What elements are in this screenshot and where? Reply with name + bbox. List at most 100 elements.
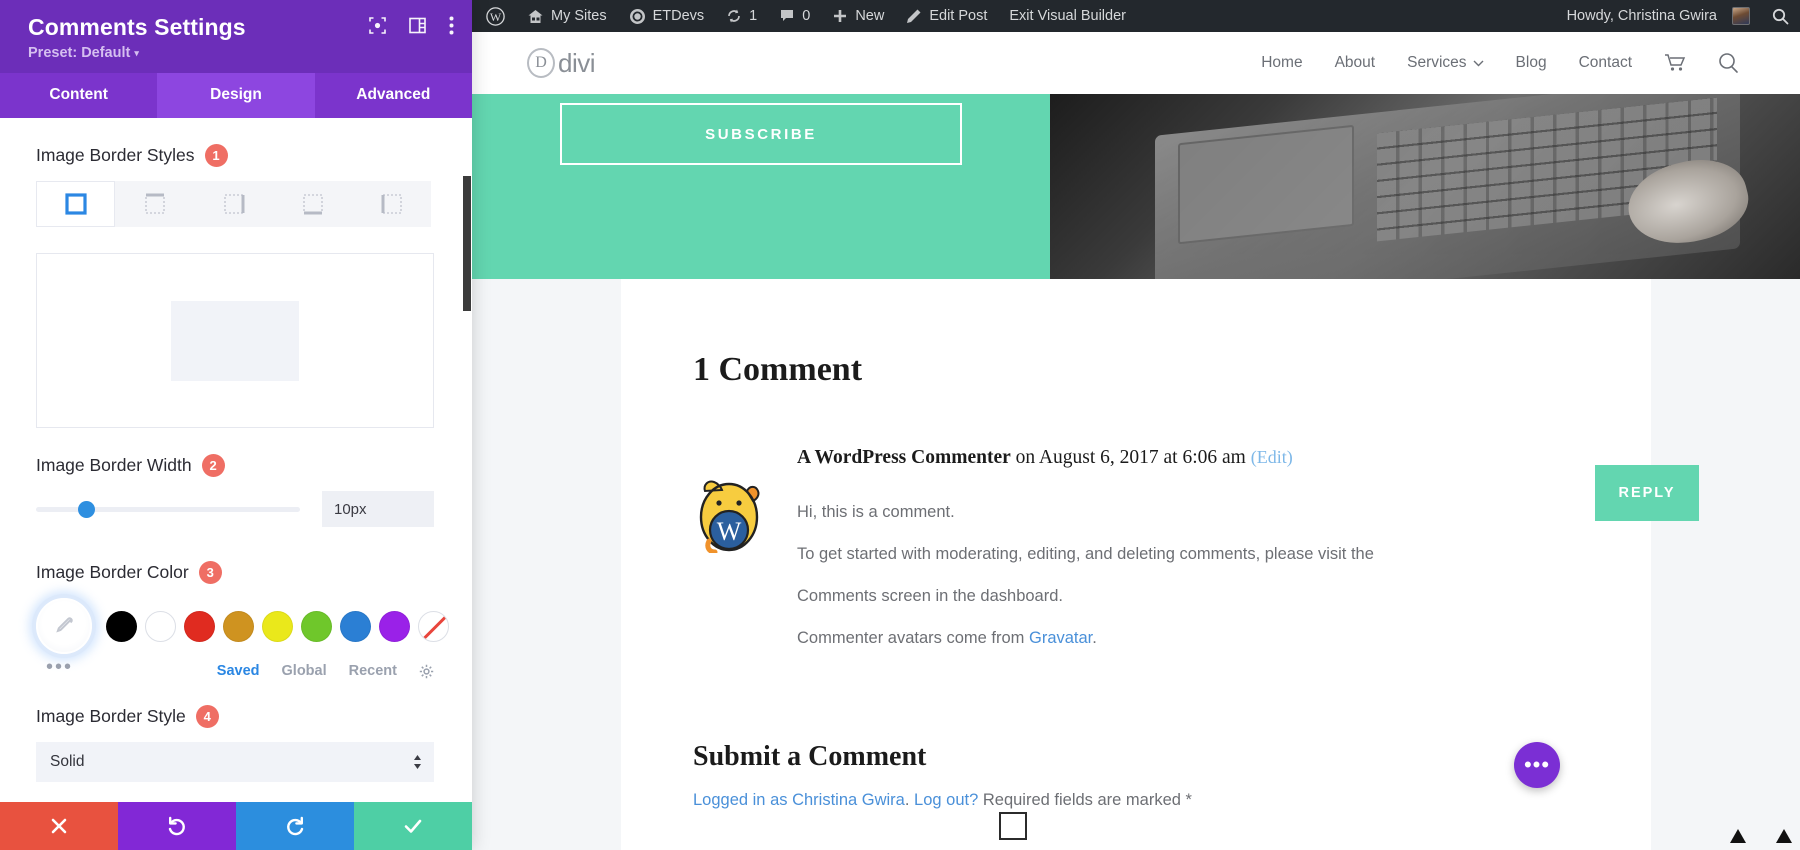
tab-content[interactable]: Content <box>0 73 157 118</box>
swatch-red[interactable] <box>184 610 215 642</box>
swatch-purple[interactable] <box>379 610 410 642</box>
border-top-button[interactable] <box>115 181 194 227</box>
field-label-text: Image Border Color <box>36 562 189 582</box>
wordpress-logo-glyph: W <box>486 6 505 26</box>
field-label-text: Image Border Styles <box>36 145 195 165</box>
swatch-blue[interactable] <box>340 610 371 642</box>
cancel-button[interactable] <box>0 802 118 850</box>
section-select-handle[interactable] <box>999 812 1027 840</box>
swatch-yellow[interactable] <box>262 610 293 642</box>
border-left-button[interactable] <box>352 181 431 227</box>
comments-settings-panel: Comments Settings Preset: Default ▾ Cont… <box>0 0 472 850</box>
logged-in-user-link[interactable]: Logged in as Christina Gwira <box>693 791 905 809</box>
redo-button[interactable] <box>236 802 354 850</box>
new-content-menu[interactable]: New <box>821 0 895 32</box>
gear-icon[interactable] <box>419 664 434 679</box>
border-bottom-button[interactable] <box>273 181 352 227</box>
my-sites-menu[interactable]: My Sites <box>516 0 618 32</box>
swatch-orange[interactable] <box>223 610 254 642</box>
divi-logo-icon: D <box>527 48 555 78</box>
settings-footer <box>0 802 472 850</box>
kebab-menu-icon[interactable] <box>449 16 454 35</box>
palette-tab-saved[interactable]: Saved <box>217 663 260 679</box>
site-header: D divi Home About Services Blog Contact <box>472 32 1800 94</box>
comment-author: A WordPress Commenter <box>797 447 1011 468</box>
admin-bar-right: Howdy, Christina Gwira <box>1553 0 1800 32</box>
search-icon[interactable] <box>1718 52 1740 74</box>
arrow-up-icon-2[interactable] <box>1776 829 1792 848</box>
wp-admin-bar: W My Sites ETDevs 1 0 New Edit Post Exit… <box>472 0 1800 32</box>
field-label-text: Image Border Width <box>36 455 192 475</box>
arrow-up-icon[interactable] <box>1730 829 1746 848</box>
site-icon <box>629 8 646 25</box>
border-all-button[interactable] <box>36 181 115 227</box>
layout-icon[interactable] <box>409 17 426 34</box>
site-logo[interactable]: D divi <box>527 48 596 79</box>
image-border-width-label: Image Border Width 2 <box>36 454 434 477</box>
admin-search-button[interactable] <box>1761 0 1800 32</box>
reply-button[interactable]: REPLY <box>1595 465 1699 521</box>
gravatar-lead: Commenter avatars come from <box>797 629 1029 647</box>
note-separator: . <box>904 791 915 809</box>
save-button[interactable] <box>354 802 472 850</box>
edit-post-link[interactable]: Edit Post <box>895 0 998 32</box>
palette-tab-global[interactable]: Global <box>282 663 327 679</box>
nav-item-services[interactable]: Services <box>1407 54 1484 72</box>
comments-menu[interactable]: 0 <box>768 0 821 32</box>
swatch-black[interactable] <box>106 610 137 642</box>
tab-design[interactable]: Design <box>157 73 315 118</box>
subscribe-button[interactable]: SUBSCRIBE <box>560 103 962 165</box>
gravatar-end: . <box>1092 629 1097 647</box>
nav-item-blog[interactable]: Blog <box>1516 54 1547 72</box>
border-width-input[interactable] <box>322 491 434 527</box>
slider-track <box>36 507 300 512</box>
border-preview <box>36 253 434 428</box>
border-style-select[interactable]: Solid <box>36 742 434 782</box>
plus-icon <box>832 8 848 24</box>
avatar <box>1732 7 1750 25</box>
updates-icon <box>726 8 742 24</box>
comment-body: A WordPress Commenter on August 6, 2017 … <box>797 447 1477 659</box>
gravatar-link[interactable]: Gravatar <box>1029 629 1092 647</box>
preset-label: Preset: Default <box>28 45 131 61</box>
border-right-button[interactable] <box>194 181 273 227</box>
color-picker-icon[interactable] <box>36 598 92 654</box>
comment-line-4: Commenter avatars come from Gravatar. <box>797 617 1477 659</box>
logout-link[interactable]: Log out? <box>914 791 978 809</box>
updates-menu[interactable]: 1 <box>715 0 768 32</box>
nav-item-contact[interactable]: Contact <box>1579 54 1632 72</box>
settings-scrollbar[interactable] <box>463 118 472 802</box>
focus-icon[interactable] <box>369 17 386 34</box>
field-label-text: Image Border Style <box>36 706 186 726</box>
hero-left-column: SUBSCRIBE <box>472 94 1050 279</box>
site-name-menu[interactable]: ETDevs <box>618 0 716 32</box>
comment-date: on August 6, 2017 at 6:06 am <box>1010 447 1251 468</box>
swatch-green[interactable] <box>301 610 332 642</box>
comment-edit-link[interactable]: (Edit) <box>1251 447 1293 467</box>
color-swatch-row <box>36 598 449 654</box>
new-label: New <box>855 8 885 24</box>
settings-tabs: Content Design Advanced <box>0 73 472 118</box>
preset-selector[interactable]: Preset: Default ▾ <box>28 45 450 61</box>
undo-button[interactable] <box>118 802 236 850</box>
nav-item-about[interactable]: About <box>1335 54 1376 72</box>
nav-item-home[interactable]: Home <box>1261 54 1302 72</box>
border-width-slider[interactable] <box>36 500 300 518</box>
step-badge-4: 4 <box>195 705 219 728</box>
wordpress-logo-icon[interactable]: W <box>472 0 516 32</box>
tab-advanced[interactable]: Advanced <box>315 73 472 118</box>
builder-menu-button[interactable]: ••• <box>1514 742 1560 788</box>
howdy-menu[interactable]: Howdy, Christina Gwira <box>1553 0 1761 32</box>
swatch-white[interactable] <box>145 610 176 642</box>
slider-knob[interactable] <box>78 501 96 518</box>
border-style-options <box>36 181 434 227</box>
cart-icon[interactable] <box>1664 53 1686 73</box>
palette-tab-recent[interactable]: Recent <box>349 663 397 679</box>
svg-text:W: W <box>717 517 742 546</box>
scrollbar-thumb[interactable] <box>463 176 471 311</box>
swatch-none[interactable] <box>418 610 449 642</box>
exit-visual-builder-label: Exit Visual Builder <box>1009 8 1126 24</box>
logged-in-note: Logged in as Christina Gwira. Log out? R… <box>693 791 1651 810</box>
updates-count: 1 <box>749 8 758 24</box>
exit-visual-builder-link[interactable]: Exit Visual Builder <box>998 0 1137 32</box>
